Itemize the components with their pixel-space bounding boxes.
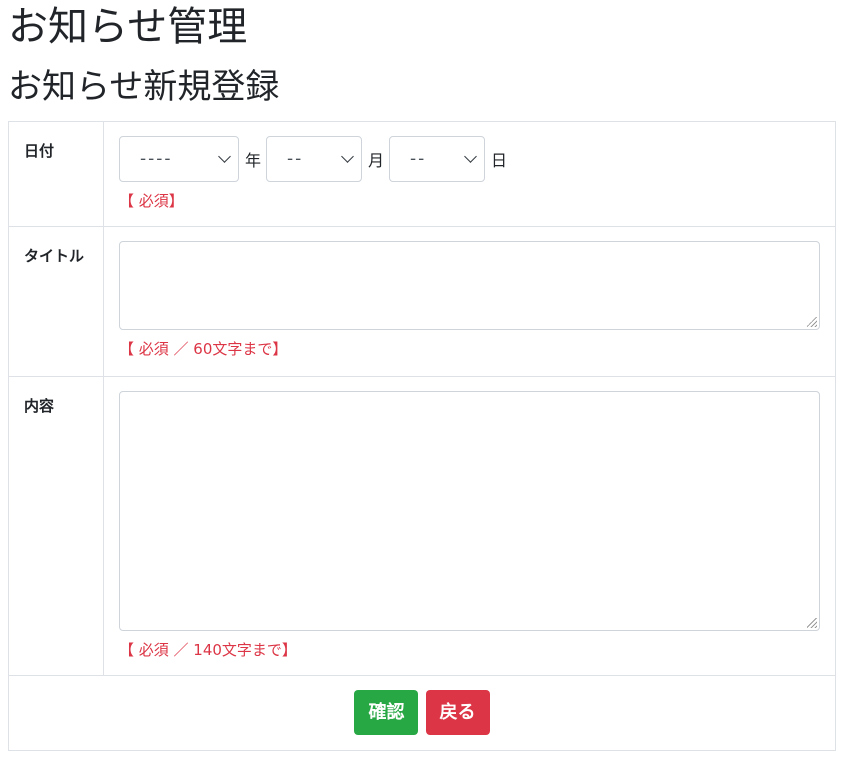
page-subtitle: お知らせ新規登録: [8, 67, 280, 107]
chevron-down-icon: [341, 150, 354, 163]
date-field-cell: ---- 年 -- 月 -- 日 【 必須】: [103, 121, 836, 227]
back-button[interactable]: 戻る: [425, 690, 490, 735]
chevron-down-icon: [218, 150, 231, 163]
actions-row: 確認 戻る: [8, 675, 836, 751]
month-select[interactable]: --: [266, 136, 363, 182]
content-row: 内容 【 必須 ／ 140文字まで】: [8, 376, 836, 676]
date-selects: ---- 年 -- 月 -- 日: [119, 136, 820, 182]
content-required-note: 【 必須 ／ 140文字まで】: [119, 641, 297, 659]
resize-grip-icon[interactable]: [807, 618, 817, 628]
title-textarea[interactable]: [119, 241, 820, 330]
year-select-value: ----: [140, 149, 173, 169]
confirm-button[interactable]: 確認: [354, 690, 419, 735]
page-title: お知らせ管理: [8, 4, 248, 50]
actions-cell: 確認 戻る: [8, 675, 836, 751]
chevron-down-icon: [464, 150, 477, 163]
title-field-cell: 【 必須 ／ 60文字まで】: [103, 226, 836, 377]
content-label: 内容: [8, 376, 104, 676]
content-field-cell: 【 必須 ／ 140文字まで】: [103, 376, 836, 676]
title-label: タイトル: [8, 226, 104, 377]
content-textarea[interactable]: [119, 391, 820, 631]
day-select[interactable]: --: [389, 136, 486, 182]
year-select[interactable]: ----: [119, 136, 239, 182]
day-unit: 日: [491, 151, 508, 170]
notice-form-table: 日付 ---- 年 -- 月 -- 日 【 必須】 タイトル 【 必須 ／ 60…: [8, 121, 836, 751]
month-unit: 月: [368, 151, 385, 170]
day-select-value: --: [410, 149, 427, 169]
title-row: タイトル 【 必須 ／ 60文字まで】: [8, 226, 836, 377]
date-required-note: 【 必須】: [119, 192, 184, 210]
title-required-note: 【 必須 ／ 60文字まで】: [119, 340, 288, 358]
resize-grip-icon[interactable]: [807, 317, 817, 327]
month-select-value: --: [287, 149, 304, 169]
date-row: 日付 ---- 年 -- 月 -- 日 【 必須】: [8, 121, 836, 227]
date-label: 日付: [8, 121, 104, 227]
year-unit: 年: [245, 151, 262, 170]
